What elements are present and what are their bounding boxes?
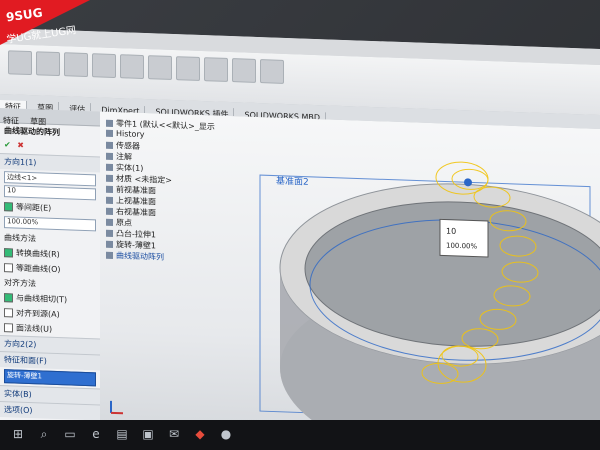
menu-item[interactable] [103,43,115,47]
tangent-label: 与曲线相切(T) [16,293,68,305]
transform-curve-label: 转换曲线(R) [16,248,60,260]
radio[interactable] [4,263,13,273]
count-field[interactable]: 10 [4,185,96,201]
check-icon[interactable]: ✔ [4,140,11,149]
spacing-field[interactable]: 100.00% [4,216,96,232]
start-icon[interactable]: ⊞ [10,426,26,442]
checkbox[interactable] [4,323,13,333]
mail-icon[interactable]: ✉ [166,426,182,442]
close-icon[interactable]: ✖ [17,141,24,150]
coordinate-axes-icon [110,400,123,415]
panel-tabs: 特征 草图 [0,108,100,127]
toolbar-button[interactable] [36,51,60,77]
toolbar-button[interactable] [204,57,228,82]
selected-feature[interactable]: 旋转-薄壁1 [4,369,96,387]
toolbar-button[interactable] [8,50,32,76]
section-options[interactable]: 选项(O) [0,401,100,421]
radio[interactable] [4,248,13,258]
panel-tab[interactable] [65,123,71,125]
model-3d-view[interactable]: 10 100.00% [100,111,600,441]
monitor-screen: 特征 草图 评估 DimXpert SOLIDWORKS 插件 SOLIDWOR… [0,28,600,441]
toolbar-button[interactable] [64,52,88,78]
radio[interactable] [4,308,13,318]
equal-spacing-row[interactable]: 等间距(E) [0,199,100,217]
equidistant-curve-label: 等距曲线(O) [16,263,61,275]
taskview-icon[interactable]: ▭ [62,426,78,442]
toolbar-button[interactable] [232,58,256,83]
direction-field[interactable]: 边线<1> [4,171,96,187]
svg-text:10: 10 [446,227,456,236]
menu-item[interactable] [120,43,132,47]
graphics-viewport[interactable]: 零件1 (默认<<默认>_显示 History 传感器 注解 实体(1) 材质 … [100,111,600,441]
toolbar-button[interactable] [260,59,284,84]
radio[interactable] [4,293,13,303]
align-source-label: 对齐到源(A) [16,308,60,320]
value-popup: 10 100.00% [439,218,489,258]
section-direction1[interactable]: 方向1(1) [0,153,100,173]
property-manager: 特征 草图 曲线驱动的阵列 ✔ ✖ 方向1(1) 边线<1> 10 等间距(E)… [0,108,101,424]
solidworks-icon[interactable]: ◆ [192,426,208,442]
toolbar-button[interactable] [148,55,172,81]
photo-screen: 特征 草图 评估 DimXpert SOLIDWORKS 插件 SOLIDWOR… [0,0,600,450]
equal-spacing-label: 等间距(E) [16,202,52,213]
toolbar-button[interactable] [176,56,200,81]
checkbox[interactable] [4,202,13,212]
svg-text:100.00%: 100.00% [446,242,477,251]
edge-icon[interactable]: e [88,426,104,442]
panel-tab[interactable] [54,123,60,125]
app-icon[interactable]: ● [218,426,234,442]
toolbar-button[interactable] [92,53,116,79]
search-icon[interactable]: ⌕ [36,426,52,442]
store-icon[interactable]: ▣ [140,426,156,442]
watermark-logo: 9SUG 学UG就上UG网 [0,0,90,46]
toolbar-button[interactable] [120,54,144,80]
windows-taskbar: ⊞ ⌕ ▭ e ▤ ▣ ✉ ◆ ● [0,420,600,450]
face-normal-label: 面法线(U) [16,323,53,334]
section-features[interactable]: 特征和面(F) [0,351,100,371]
explorer-icon[interactable]: ▤ [114,426,130,442]
panel-tab[interactable] [76,124,82,126]
